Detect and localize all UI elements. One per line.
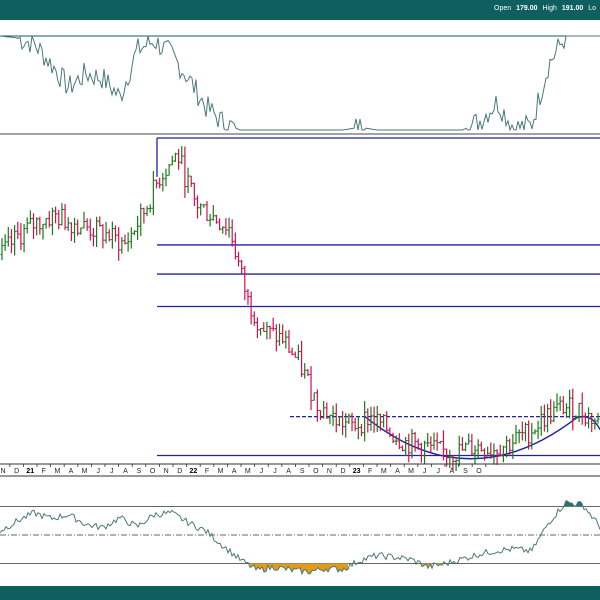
month-tick-label: A xyxy=(232,468,237,475)
year-tick-label: 23 xyxy=(353,468,361,475)
month-tick-label: J xyxy=(273,468,277,475)
month-tick-label: O xyxy=(150,468,156,475)
month-tick-label: A xyxy=(69,468,74,475)
month-tick-label: S xyxy=(137,468,142,475)
month-tick-label: M xyxy=(245,468,251,475)
top-indicator-line xyxy=(0,35,600,132)
time-axis: N D 21 F M A M J J A S O N D 22 F M A M J J A S O N D 23 F M A M J J A S O xyxy=(0,463,600,477)
month-tick-label: F xyxy=(368,468,372,475)
month-tick-label: M xyxy=(408,468,414,475)
month-tick-label: M xyxy=(82,468,88,475)
footer-bar xyxy=(0,586,600,600)
bottom-indicator-line xyxy=(0,499,600,576)
month-tick-label: O xyxy=(313,468,319,475)
month-tick-label: A xyxy=(286,468,291,475)
month-tick-label: J xyxy=(110,468,114,475)
month-tick-label: D xyxy=(340,468,345,475)
price-panel xyxy=(0,137,600,472)
month-tick-label: J xyxy=(436,468,440,475)
month-tick-label: J xyxy=(423,468,427,475)
month-tick-label: F xyxy=(205,468,209,475)
month-tick-label: M xyxy=(381,468,387,475)
month-tick-label: N xyxy=(164,468,169,475)
year-tick-label: 21 xyxy=(26,468,34,475)
month-tick-label: A xyxy=(123,468,128,475)
month-tick-label: J xyxy=(96,468,100,475)
month-tick-label: J xyxy=(260,468,264,475)
bottom-indicator-panel xyxy=(0,499,600,576)
oversold-fill xyxy=(250,563,348,574)
month-tick-label: A xyxy=(395,468,400,475)
month-tick-label: M xyxy=(54,468,60,475)
month-tick-label: A xyxy=(449,468,454,475)
top-indicator-panel xyxy=(0,35,600,135)
chart-canvas: N D 21 F M A M J J A S O N D 22 F M A M J J A S O N D 23 F M A M J J A S O xyxy=(0,35,600,576)
year-tick-label: 22 xyxy=(190,468,198,475)
month-tick-label: D xyxy=(14,468,19,475)
month-tick-label: F xyxy=(42,468,46,475)
month-tick-label: D xyxy=(177,468,182,475)
month-tick-label: M xyxy=(218,468,224,475)
month-tick-label: N xyxy=(0,468,5,475)
month-tick-label: O xyxy=(476,468,482,475)
month-tick-label: N xyxy=(327,468,332,475)
month-tick-label: S xyxy=(463,468,468,475)
month-tick-label: S xyxy=(300,468,305,475)
